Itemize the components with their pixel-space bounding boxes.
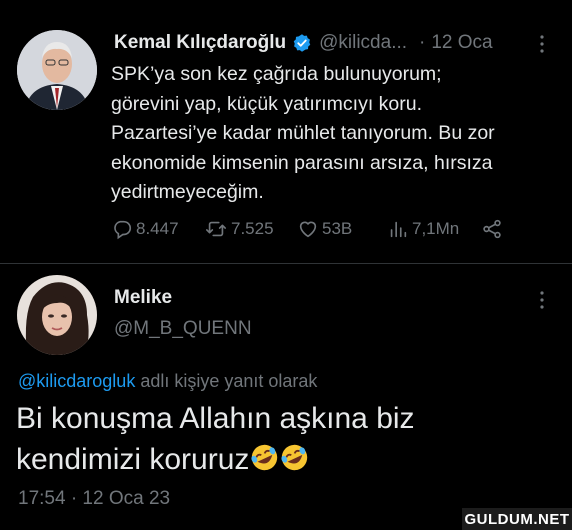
- author-avatar[interactable]: [17, 30, 97, 110]
- watermark-logo: GULDUM.NET: [462, 508, 572, 530]
- tweet-actions: 8.447 7.525 53B 7,1Mn: [111, 214, 521, 244]
- reply-text-span: kendimizi koruruz: [16, 443, 250, 476]
- rolling-on-floor-laughing-emoji-icon: [280, 442, 309, 471]
- reply-button[interactable]: 8.447: [111, 214, 179, 244]
- reply-body: Bi konuşma Allahın aşkına biz kendimizi …: [16, 398, 556, 480]
- views-button[interactable]: 7,1Mn: [387, 214, 459, 244]
- views-icon: [390, 221, 407, 238]
- retweet-button[interactable]: 7.525: [204, 214, 274, 244]
- author-name[interactable]: Kemal Kılıçdaroğlu: [114, 32, 286, 54]
- dot-separator: ·: [419, 32, 426, 53]
- reply-text-line: Bi konuşma Allahın aşkına biz: [16, 402, 415, 435]
- tweet-text-line: ekonomide kimsenin parasını arsıza, hırs…: [111, 151, 493, 174]
- tweet-text-line: Pazartesi’ye kadar mühlet tanıyorum. Bu …: [111, 122, 495, 144]
- author-line: Kemal Kılıçdaroğlu @kilicda... · 12 Oca: [114, 30, 493, 56]
- divider: [0, 263, 572, 264]
- author-handle[interactable]: @kilicda...: [319, 32, 407, 54]
- views-count: 7,1Mn: [412, 219, 460, 238]
- share-button[interactable]: [481, 214, 506, 244]
- reply-text-line-2: kendimizi koruruz: [16, 439, 556, 480]
- quoted-tweet[interactable]: Kemal Kılıçdaroğlu @kilicda... · 12 Oca …: [0, 0, 572, 262]
- verified-badge-icon: [292, 33, 312, 53]
- reply-icon: [114, 220, 132, 240]
- tweet-body: SPK’ya son kez çağrıda bulunuyorum; göre…: [111, 60, 551, 208]
- replying-to: @kilicdarogluk adlı kişiye yanıt olarak: [18, 371, 317, 392]
- tweet-date[interactable]: 12 Oca: [431, 32, 492, 54]
- reply-timestamp[interactable]: 17:54 · 12 Oca 23: [18, 488, 170, 510]
- tweet-text-line: SPK’ya son kez çağrıda bulunuyorum;: [111, 63, 442, 85]
- retweet-icon: [206, 221, 226, 237]
- like-button[interactable]: 53B: [297, 214, 352, 244]
- like-icon: [299, 221, 317, 238]
- tweet-text-line: görevini yap, küçük yatırımcıyı koru.: [111, 92, 423, 115]
- reply-to-handle-link[interactable]: @kilicdarogluk: [18, 371, 135, 391]
- tweet-text-line: yedirtmeyeceğim.: [111, 181, 264, 203]
- more-icon[interactable]: [538, 34, 546, 54]
- reply-author-avatar[interactable]: [17, 275, 97, 355]
- like-count: 53B: [322, 219, 353, 238]
- share-icon: [483, 219, 501, 239]
- reply-to-label: adlı kişiye yanıt olarak: [135, 371, 318, 391]
- rolling-on-floor-laughing-emoji-icon: [250, 442, 279, 471]
- reply-count: 8.447: [136, 219, 179, 238]
- reply-author-name[interactable]: Melike: [114, 287, 172, 309]
- reply-author-handle[interactable]: @M_B_QUENN: [114, 318, 252, 340]
- retweet-count: 7.525: [231, 219, 274, 238]
- reply-more-icon[interactable]: [538, 290, 546, 310]
